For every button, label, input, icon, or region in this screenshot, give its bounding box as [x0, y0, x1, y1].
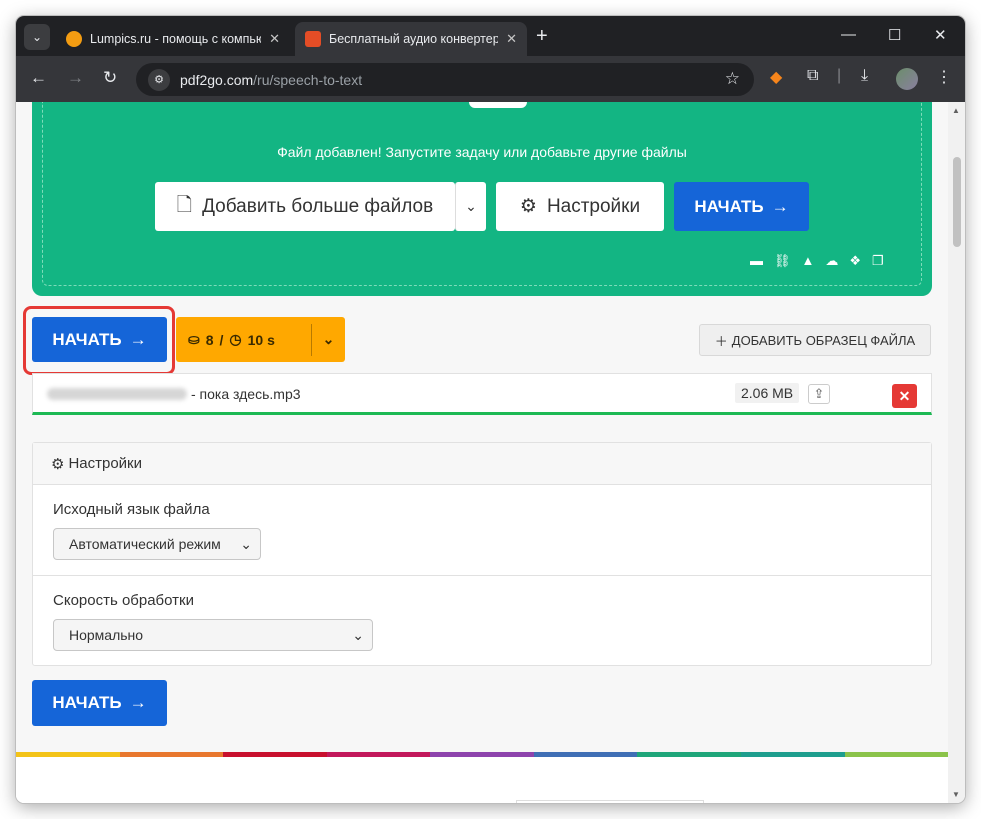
gears-icon: ⚙: [519, 196, 537, 217]
site-info-icon[interactable]: ⚙: [148, 68, 170, 91]
slash-separator: /: [219, 331, 224, 348]
browser-toolbar: ← → ↻ ⚙ pdf2go.com/ru/speech-to-text ☆ ◆…: [16, 56, 965, 102]
settings-panel-header: ⚙ Настройки: [33, 443, 931, 485]
back-icon[interactable]: ←: [30, 68, 47, 88]
lumpics-favicon-icon: [66, 31, 82, 47]
speed-select[interactable]: Нормально ⌄: [53, 619, 373, 651]
maximize-icon[interactable]: ☐: [888, 26, 901, 44]
start-label: НАЧАТЬ: [694, 196, 764, 216]
speed-label: Скорость обработки: [53, 592, 194, 609]
settings-button-label: Настройки: [546, 195, 641, 217]
upload-area: Файл добавлен! Запустите задачу или доба…: [32, 102, 932, 296]
chevron-down-icon: ⌄: [352, 626, 364, 643]
arrow-right-icon: →: [129, 693, 147, 712]
tab-title: Бесплатный аудио конвертер онлайн: [329, 32, 499, 46]
toolbar-divider: |: [837, 67, 842, 84]
browser-window: ⌄ Lumpics.ru - помощь с компьютером ✕ Бе…: [16, 16, 965, 803]
add-file-icon: 🗋: [176, 194, 193, 216]
add-more-files-label: Добавить больше файлов: [202, 195, 434, 217]
settings-panel: ⚙ Настройки Исходный язык файла Автомати…: [32, 442, 932, 666]
credits-time-button[interactable]: ⛀ 8 / ◷ 10 s ⌄: [176, 317, 345, 362]
start-label: НАЧАТЬ: [52, 693, 122, 712]
blurred-filename: [47, 388, 187, 400]
plus-icon: ＋: [714, 333, 728, 349]
language-field: Исходный язык файла Автоматический режим…: [53, 501, 261, 560]
page-content: Файл добавлен! Запустите задачу или доба…: [16, 102, 948, 803]
new-tab-icon[interactable]: +: [536, 25, 548, 48]
chevron-down-icon: ⌄: [240, 535, 252, 552]
chevron-down-icon: ⌄: [465, 198, 477, 214]
credits-value: 8: [205, 331, 214, 348]
close-tab-icon[interactable]: ✕: [506, 31, 517, 47]
settings-panel-title: Настройки: [68, 455, 143, 472]
start-button-upload[interactable]: НАЧАТЬ →: [674, 182, 809, 231]
tab-search-button[interactable]: ⌄: [24, 24, 50, 50]
clipboard-icon[interactable]: ❐: [872, 253, 884, 269]
footer-banner: [516, 800, 704, 803]
tab-strip: ⌄ Lumpics.ru - помощь с компьютером ✕ Бе…: [16, 16, 965, 56]
language-select-value: Автоматический режим: [69, 536, 221, 552]
dropbox-icon[interactable]: ❖: [849, 253, 861, 269]
folder-icon[interactable]: ▬: [750, 253, 763, 269]
profile-avatar[interactable]: [896, 68, 918, 90]
url-path: /ru/speech-to-text: [253, 71, 363, 88]
upload-message: Файл добавлен! Запустите задачу или доба…: [277, 144, 687, 160]
close-tab-icon[interactable]: ✕: [269, 31, 280, 47]
credits-info: ⛀ 8 / ◷ 10 s: [176, 323, 312, 356]
scroll-up-icon[interactable]: ▲: [952, 106, 960, 115]
close-window-icon[interactable]: ✕: [934, 26, 947, 44]
add-more-files-button[interactable]: 🗋 Добавить больше файлов: [155, 182, 455, 231]
tab-title: Lumpics.ru - помощь с компьютером: [90, 32, 262, 46]
link-icon[interactable]: ⛓: [774, 253, 791, 269]
start-button-bottom[interactable]: НАЧАТЬ →: [32, 680, 167, 726]
language-label: Исходный язык файла: [53, 501, 210, 518]
coin-icon: ⛀: [188, 331, 200, 347]
settings-button[interactable]: ⚙ Настройки: [496, 182, 664, 231]
url-domain: pdf2go.com: [180, 71, 254, 88]
time-value: 10 s: [247, 331, 275, 348]
file-size: 2.06 MB: [735, 383, 800, 403]
arrow-right-icon: →: [771, 196, 789, 216]
metamask-extension-icon[interactable]: ◆: [770, 67, 782, 87]
delete-file-icon[interactable]: ✕: [892, 384, 917, 408]
page-scrollbar[interactable]: ▲ ▼: [948, 102, 965, 803]
upload-to-cloud-icon[interactable]: ⇪: [808, 384, 830, 404]
url-text: pdf2go.com/ru/speech-to-text: [180, 72, 362, 88]
add-files-dropdown-button[interactable]: ⌄: [455, 182, 486, 231]
start-button-main[interactable]: НАЧАТЬ →: [32, 317, 167, 362]
add-sample-label: ДОБАВИТЬ ОБРАЗЕЦ ФАЙЛА: [731, 332, 916, 348]
dropzone-tab: [469, 102, 527, 108]
google-drive-icon[interactable]: ▲: [802, 253, 815, 269]
scrollbar-thumb[interactable]: [953, 157, 961, 247]
minimize-icon[interactable]: —: [841, 26, 856, 43]
speed-field: Скорость обработки Нормально ⌄: [53, 592, 373, 651]
gears-icon: ⚙: [51, 455, 65, 473]
file-row: - пока здесь.mp3 2.06 MB ⇪ ✕: [32, 373, 932, 415]
clock-icon: ◷: [229, 331, 242, 347]
address-bar[interactable]: ⚙ pdf2go.com/ru/speech-to-text ☆: [136, 63, 754, 96]
add-sample-file-button[interactable]: ＋ ДОБАВИТЬ ОБРАЗЕЦ ФАЙЛА: [699, 324, 931, 356]
speed-select-value: Нормально: [69, 627, 144, 643]
pdf2go-favicon-icon: [305, 31, 321, 47]
file-name: - пока здесь.mp3: [191, 386, 301, 402]
tab-lumpics[interactable]: Lumpics.ru - помощь с компьютером ✕: [56, 22, 290, 56]
tab-pdf2go[interactable]: Бесплатный аудио конвертер онлайн ✕: [295, 22, 527, 56]
field-divider: [33, 575, 931, 576]
scroll-down-icon[interactable]: ▼: [952, 790, 960, 799]
reload-icon[interactable]: ↻: [103, 68, 117, 88]
footer-area: [16, 757, 948, 803]
downloads-icon[interactable]: ⤓: [861, 67, 868, 85]
language-select[interactable]: Автоматический режим ⌄: [53, 528, 261, 560]
arrow-right-icon: →: [129, 329, 147, 349]
extensions-puzzle-icon[interactable]: ⧉: [807, 67, 818, 85]
start-label: НАЧАТЬ: [52, 329, 122, 349]
forward-icon[interactable]: →: [67, 68, 84, 88]
onedrive-icon[interactable]: ☁: [825, 253, 838, 269]
chevron-down-icon[interactable]: ⌄: [312, 331, 345, 348]
bookmark-star-icon[interactable]: ☆: [725, 69, 740, 89]
cloud-source-icons: ▬ ⛓ ▲ ☁ ❖ ❐: [750, 253, 884, 269]
browser-menu-icon[interactable]: ⋮: [936, 67, 952, 87]
